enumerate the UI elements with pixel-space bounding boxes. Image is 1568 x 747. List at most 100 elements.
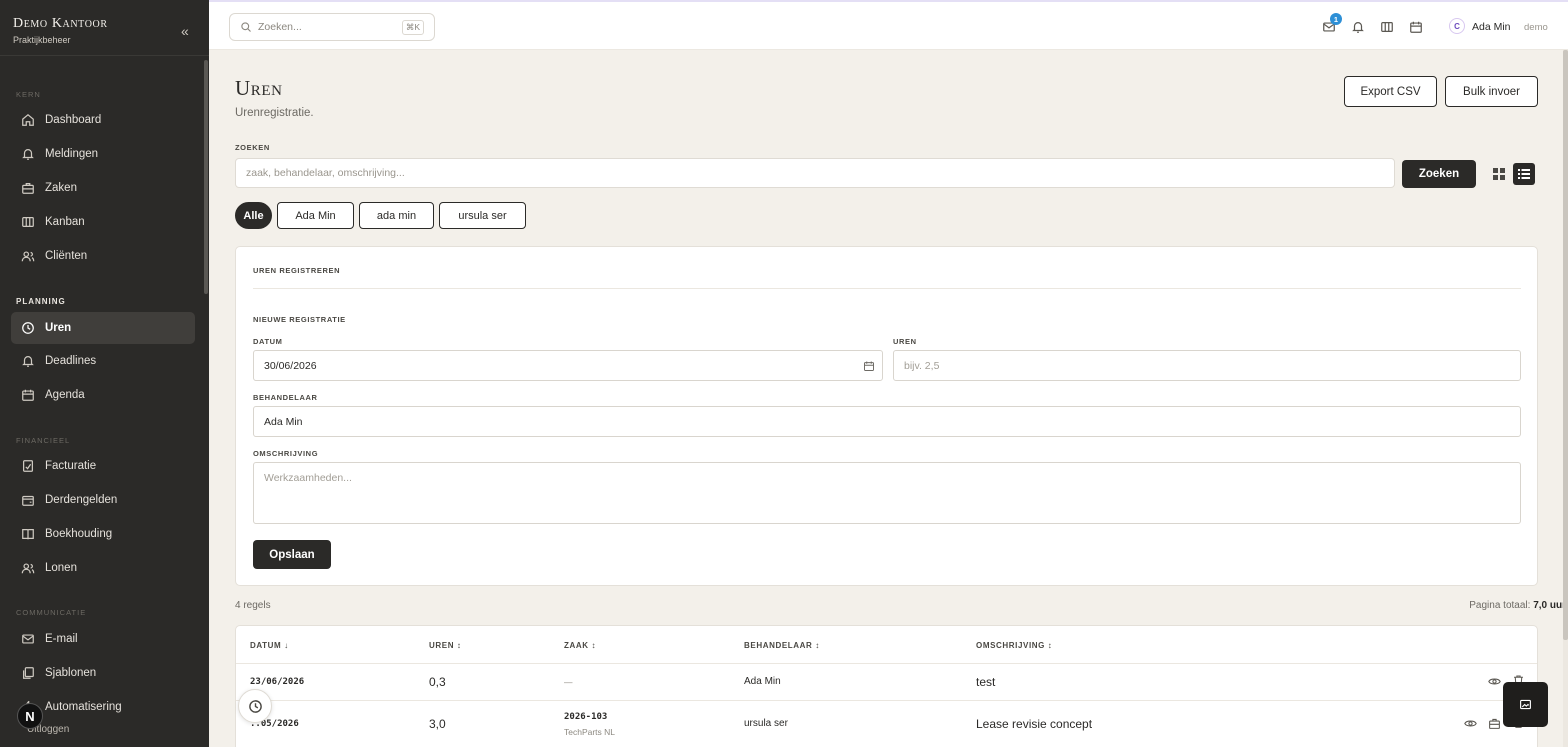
sidebar-scrollbar[interactable] (204, 60, 208, 294)
cell-zaak: — (564, 677, 573, 687)
calendar-button[interactable] (1409, 20, 1423, 34)
cell-behandelaar: Ada Min (744, 676, 781, 687)
column-header-datum[interactable]: DATUM ↓ (250, 641, 289, 650)
sidebar-item-derdengelden[interactable]: Derdengelden (11, 484, 195, 516)
users-icon (21, 251, 35, 262)
column-header-zaak[interactable]: ZAAK ↕ (564, 641, 596, 650)
briefcase-icon (22, 183, 34, 194)
behandelaar-select[interactable]: Ada Min (253, 406, 1521, 437)
mail-button[interactable]: 1 (1322, 13, 1342, 34)
search-button[interactable]: Zoeken (1402, 160, 1476, 188)
sidebar-item-zaken[interactable]: Zaken (11, 172, 195, 204)
columns-icon (1381, 22, 1393, 32)
cell-omschrijving: test (976, 675, 996, 689)
sidebar-item-label: Lonen (45, 562, 77, 574)
calendar-icon[interactable] (863, 360, 875, 372)
page-subtitle: Urenregistratie. (235, 107, 314, 119)
sidebar: Demo Kantoor Praktijkbeheer « KERN Dashb… (0, 0, 209, 747)
n-badge-icon[interactable]: N (17, 703, 43, 729)
sidebar-item-label: E-mail (45, 633, 78, 645)
filter-chip-alle[interactable]: Alle (235, 202, 272, 229)
behandelaar-label: BEHANDELAAR (253, 393, 318, 402)
page-scrollbar-thumb[interactable] (1563, 50, 1568, 640)
export-csv-button[interactable]: Export CSV (1344, 76, 1437, 107)
brand-subtitle: Praktijkbeheer (13, 35, 71, 45)
list-view-toggle[interactable] (1513, 163, 1535, 185)
card-divider (253, 288, 1521, 289)
sidebar-item-agenda[interactable]: Agenda (11, 379, 195, 411)
bulk-invoer-button[interactable]: Bulk invoer (1445, 76, 1538, 107)
collapse-sidebar-icon[interactable]: « (181, 24, 197, 40)
column-header-behandelaar[interactable]: BEHANDELAAR ↕ (744, 641, 820, 650)
cell-datum: 23/06/2026 (250, 677, 305, 687)
invoice-icon (23, 460, 33, 472)
clock-icon (248, 699, 262, 713)
home-icon (22, 113, 34, 126)
uren-field[interactable]: bijv. 2,5 (893, 350, 1521, 381)
sidebar-item-label: Derdengelden (45, 494, 118, 506)
sidebar-item-label: Meldingen (45, 148, 99, 160)
sidebar-item-facturatie[interactable]: Facturatie (11, 450, 195, 482)
cell-zaak[interactable]: 2026-103 (564, 712, 607, 722)
card-title: UREN REGISTREREN (253, 266, 341, 275)
sidebar-item-email[interactable]: E-mail (11, 623, 195, 655)
sidebar-item-boekhouding[interactable]: Boekhouding (11, 518, 195, 550)
eye-icon (1488, 678, 1501, 685)
view-row-button[interactable] (1464, 717, 1477, 730)
sidebar-item-label: Zaken (45, 182, 77, 194)
bell-icon (22, 356, 34, 367)
sidebar-item-label: Boekhouding (45, 528, 113, 540)
sidebar-divider (0, 55, 209, 56)
save-button[interactable]: Opslaan (253, 540, 331, 569)
omschrijving-label: OMSCHRIJVING (253, 449, 319, 458)
global-search-input[interactable]: Zoeken... ⌘K (229, 13, 435, 41)
omschrijving-textarea[interactable]: Werkzaamheden... (253, 462, 1521, 524)
copy-icon (23, 667, 34, 679)
sidebar-item-label: Automatisering (45, 701, 122, 713)
timer-button[interactable] (238, 689, 272, 723)
bell-icon (1352, 22, 1364, 33)
sidebar-item-kanban[interactable]: Kanban (11, 206, 195, 238)
sidebar-item-lonen[interactable]: Lonen (11, 552, 195, 584)
search-placeholder: zaak, behandelaar, omschrijving... (246, 167, 405, 179)
section-communicatie: COMMUNICATIE (16, 608, 87, 617)
user-name[interactable]: Ada Min (1472, 21, 1511, 33)
sidebar-item-deadlines[interactable]: Deadlines (11, 345, 195, 377)
floating-action-button[interactable] (1503, 682, 1548, 727)
wallet-icon (22, 495, 34, 506)
sidebar-item-dashboard[interactable]: Dashboard (11, 104, 195, 136)
brand-title: Demo Kantoor (13, 16, 108, 31)
column-header-uren[interactable]: UREN ↕ (429, 641, 462, 650)
datum-label: DATUM (253, 337, 283, 346)
sidebar-item-sjablonen[interactable]: Sjablonen (11, 657, 195, 689)
clock-icon (22, 322, 34, 334)
search-input[interactable]: zaak, behandelaar, omschrijving... (235, 158, 1395, 188)
column-header-omschrijving[interactable]: OMSCHRIJVING ↕ (976, 641, 1052, 650)
sidebar-item-label: Cliënten (45, 250, 88, 262)
behandelaar-value: Ada Min (264, 415, 303, 428)
move-row-button[interactable] (1488, 717, 1501, 730)
filter-chip-ada-min[interactable]: Ada Min (277, 202, 354, 229)
mail-count-badge: 1 (1330, 13, 1342, 25)
sidebar-item-uren[interactable]: Uren (11, 312, 195, 344)
search-icon (241, 22, 251, 32)
kanban-button[interactable] (1380, 20, 1394, 34)
notifications-button[interactable] (1351, 20, 1365, 34)
datum-field[interactable]: 30/06/2026 (253, 350, 883, 381)
filter-chip-ursula-ser[interactable]: ursula ser (439, 202, 526, 229)
grid-icon (1493, 168, 1505, 180)
grid-view-toggle[interactable] (1488, 163, 1510, 185)
page-title: Uren (235, 76, 283, 100)
sidebar-item-meldingen[interactable]: Meldingen (11, 138, 195, 170)
filter-chip-ada-min-lower[interactable]: ada min (359, 202, 434, 229)
list-icon (1518, 169, 1530, 179)
sidebar-item-clienten[interactable]: Cliënten (11, 240, 195, 272)
bell-icon (22, 149, 34, 160)
uren-label: UREN (893, 337, 917, 346)
book-icon (22, 529, 34, 540)
avatar[interactable]: C (1449, 18, 1465, 34)
uren-table: DATUM ↓ UREN ↕ ZAAK ↕ BEHANDELAAR ↕ OMSC… (235, 625, 1538, 747)
view-row-button[interactable] (1488, 675, 1501, 688)
shortcut-hint: ⌘K (401, 20, 424, 35)
calendar-icon (1410, 21, 1422, 33)
